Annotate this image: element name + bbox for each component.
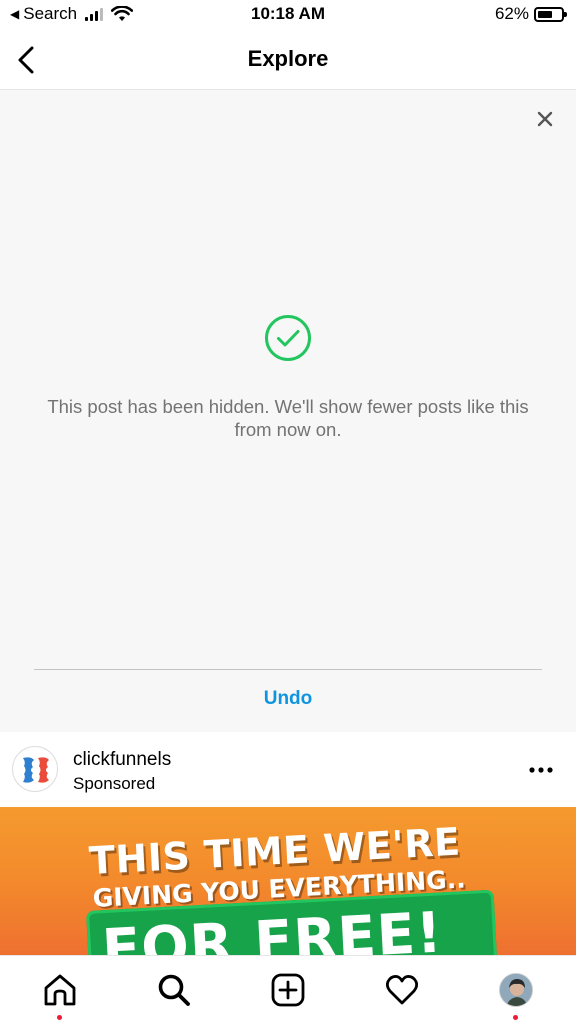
heart-icon (385, 975, 419, 1005)
status-bar: ◀ Search 10:18 AM 62% (0, 0, 576, 30)
undo-button[interactable]: Undo (0, 688, 576, 710)
avatar[interactable] (12, 746, 58, 792)
close-icon (537, 111, 553, 127)
post-header: clickfunnels Sponsored (0, 732, 576, 807)
close-button[interactable] (534, 108, 556, 130)
battery-status: 62% (494, 4, 567, 24)
hidden-post-panel: This post has been hidden. We'll show fe… (0, 90, 576, 732)
bottom-nav (0, 955, 576, 1024)
clock: 10:18 AM (250, 4, 325, 23)
search-icon (158, 974, 190, 1006)
post-image[interactable]: THIS TIME WE'RE GIVING YOU EVERYTHING.. … (0, 807, 576, 955)
profile-photo (500, 974, 532, 1006)
profile-notification-dot (513, 1015, 518, 1020)
checkmark-circle-icon (265, 315, 311, 361)
divider (34, 669, 542, 670)
nav-profile-avatar[interactable] (499, 973, 533, 1007)
more-options-button[interactable] (528, 760, 554, 780)
ad-headline-line3: FOR FREE! (100, 900, 445, 955)
home-icon (44, 974, 76, 1006)
page-title: Explore (247, 46, 329, 71)
nav-search[interactable] (156, 972, 192, 1008)
nav-create[interactable] (270, 972, 306, 1008)
nav-activity[interactable] (384, 972, 420, 1008)
post-username[interactable]: clickfunnels (73, 749, 171, 771)
more-horizontal-icon (529, 767, 553, 773)
battery-icon (534, 6, 567, 22)
sponsored-label: Sponsored (73, 774, 156, 793)
top-header: Explore (0, 30, 576, 90)
hidden-confirmation-message: This post has been hidden. We'll show fe… (47, 396, 529, 440)
nav-home[interactable] (42, 972, 78, 1008)
home-notification-dot (57, 1015, 62, 1020)
battery-percent: 62% (494, 4, 529, 23)
create-post-icon (271, 973, 305, 1007)
clickfunnels-logo-icon (23, 757, 49, 783)
